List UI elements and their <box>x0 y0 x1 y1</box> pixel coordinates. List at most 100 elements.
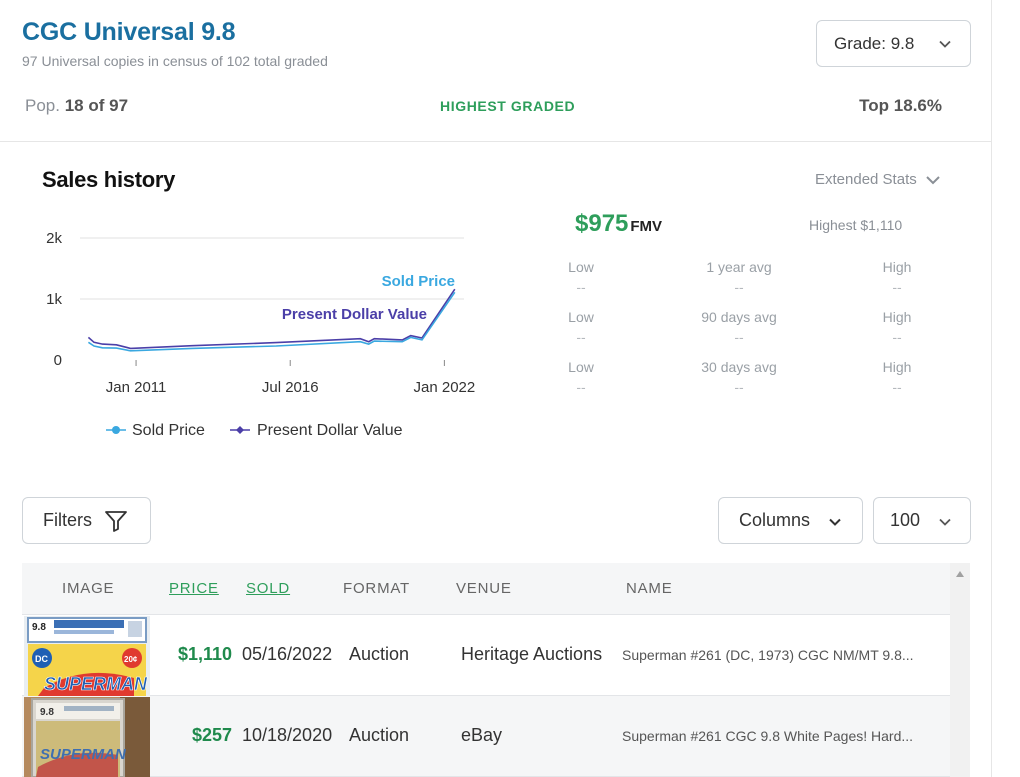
stat-label: Low <box>568 259 594 275</box>
header-price[interactable]: PRICE <box>169 580 219 597</box>
stat-label: 30 days avg <box>701 359 777 375</box>
highest-price: Highest $1,110 <box>809 217 903 233</box>
y-tick-label: 1k <box>46 291 62 308</box>
sales-table: IMAGE PRICE SOLD FORMAT VENUE NAME 9.8 D… <box>22 563 950 777</box>
legend-label-present-dollar-value: Present Dollar Value <box>257 422 403 439</box>
population-stat: Pop. 18 of 97 <box>25 96 128 116</box>
grade-select[interactable]: Grade: 9.8 <box>816 20 971 67</box>
header-sold[interactable]: SOLD <box>246 580 290 597</box>
top-percentile: Top 18.6% <box>859 96 942 115</box>
stat-low-1y: Low -- <box>551 259 611 295</box>
table-scrollbar[interactable] <box>950 563 970 777</box>
stat-label: High <box>882 359 912 375</box>
stat-label: Low <box>568 309 594 325</box>
thumb-grade: 9.8 <box>40 707 54 718</box>
row-name[interactable]: Superman #261 CGC 9.8 White Pages! Hard.… <box>622 728 932 744</box>
filters-label: Filters <box>43 510 92 530</box>
stat-label: 1 year avg <box>706 259 772 275</box>
row-price: $257 <box>191 725 232 745</box>
stat-avg-30d: 30 days avg -- <box>679 359 799 395</box>
x-tick-label: Jan 2011 <box>106 379 167 396</box>
row-venue: eBay <box>461 725 503 745</box>
stat-value: -- <box>892 279 902 295</box>
filter-icon <box>105 510 127 532</box>
chevron-down-icon <box>829 518 841 526</box>
stat-label: High <box>882 309 912 325</box>
annotation-sold-price: Sold Price <box>382 273 455 290</box>
stat-value: -- <box>734 329 744 345</box>
x-tick-label: Jan 2022 <box>414 379 476 396</box>
chevron-down-icon <box>926 175 940 184</box>
y-tick-label: 0 <box>54 352 62 369</box>
thumb-logo: SUPERMAN <box>44 674 148 694</box>
grade-select-label: Grade: 9.8 <box>834 33 915 53</box>
stat-label: 90 days avg <box>701 309 777 325</box>
header-venue: VENUE <box>456 580 512 597</box>
row-name[interactable]: Superman #261 (DC, 1973) CGC NM/MT 9.8..… <box>622 647 932 663</box>
stat-low-30d: Low -- <box>551 359 611 395</box>
stat-low-90d: Low -- <box>551 309 611 345</box>
fmv-label: FMV <box>630 218 663 235</box>
stat-value: -- <box>576 329 586 345</box>
table-row[interactable]: 9.8 DC 20¢ SUPERMAN $1,110 05/16/2022 Au… <box>22 615 950 696</box>
stat-high-1y: High -- <box>867 259 927 295</box>
extended-stats-toggle[interactable]: Extended Stats <box>815 171 941 188</box>
stat-value: -- <box>892 329 902 345</box>
row-venue: Heritage Auctions <box>461 644 603 664</box>
chevron-down-icon <box>939 40 951 48</box>
comic-cover-image: 9.8 SUPERMAN <box>24 697 150 777</box>
stat-value: -- <box>576 379 586 395</box>
pop-value: 18 of 97 <box>64 96 129 115</box>
thumb-publisher: DC <box>35 654 48 664</box>
stat-high-90d: High -- <box>867 309 927 345</box>
table-header: IMAGE PRICE SOLD FORMAT VENUE NAME <box>22 563 950 615</box>
thumb-grade: 9.8 <box>32 622 46 633</box>
extended-stats-label: Extended Stats <box>815 171 917 188</box>
row-format: Auction <box>349 725 410 745</box>
stat-avg-90d: 90 days avg -- <box>679 309 799 345</box>
stat-value: -- <box>734 279 744 295</box>
census-subtitle: 97 Universal copies in census of 102 tot… <box>22 53 328 69</box>
y-tick-label: 2k <box>46 230 62 247</box>
stat-value: -- <box>734 379 744 395</box>
thumb-price-tag: 20¢ <box>124 655 138 664</box>
thumb-logo: SUPERMAN <box>40 746 127 763</box>
page-title: CGC Universal 9.8 <box>22 18 236 46</box>
row-sold-date: 05/16/2022 <box>242 644 333 664</box>
comic-cover-image: 9.8 DC 20¢ SUPERMAN <box>24 616 150 696</box>
fmv-amount: $975 <box>575 210 629 237</box>
stat-avg-1y: 1 year avg -- <box>679 259 799 295</box>
stat-label: High <box>882 259 912 275</box>
table-row[interactable]: 9.8 SUPERMAN $257 10/18/2020 Auction eBa… <box>22 696 950 777</box>
divider <box>0 141 992 142</box>
header-name: NAME <box>626 580 673 597</box>
sales-panel: CGC Universal 9.8 97 Universal copies in… <box>0 0 992 777</box>
row-price: $1,110 <box>177 644 232 664</box>
sales-history-title: Sales history <box>42 167 176 192</box>
rows-per-page-select[interactable]: 100 <box>873 497 971 544</box>
page-gutter <box>992 0 1020 777</box>
x-tick-label: Jul 2016 <box>262 379 319 396</box>
filters-button[interactable]: Filters <box>22 497 151 544</box>
fmv-value: $975 FMV <box>575 210 662 238</box>
stat-value: -- <box>892 379 902 395</box>
scroll-up-arrow-icon[interactable] <box>956 571 964 577</box>
pop-label: Pop. <box>25 96 60 115</box>
comic-thumbnail[interactable]: 9.8 SUPERMAN <box>24 697 150 777</box>
legend-label-sold-price: Sold Price <box>132 422 205 439</box>
rows-per-page-value: 100 <box>890 510 921 530</box>
row-format: Auction <box>349 644 410 664</box>
header-image: IMAGE <box>62 580 115 597</box>
legend-marker-present-dollar-value <box>236 426 244 434</box>
annotation-present-dollar-value: Present Dollar Value <box>282 306 427 323</box>
columns-label: Columns <box>739 510 811 530</box>
stat-value: -- <box>576 279 586 295</box>
stat-label: Low <box>568 359 594 375</box>
sales-history-chart: 0 1k 2k Jan 2011 Jul 2016 Jan 2022 Sold Price P… <box>46 230 476 439</box>
highest-graded-badge: HIGHEST GRADED <box>440 98 576 114</box>
header-format: FORMAT <box>343 580 411 597</box>
comic-thumbnail[interactable]: 9.8 DC 20¢ SUPERMAN <box>24 616 150 696</box>
row-sold-date: 10/18/2020 <box>242 725 333 745</box>
chevron-down-icon <box>939 518 951 526</box>
columns-button[interactable]: Columns <box>718 497 863 544</box>
